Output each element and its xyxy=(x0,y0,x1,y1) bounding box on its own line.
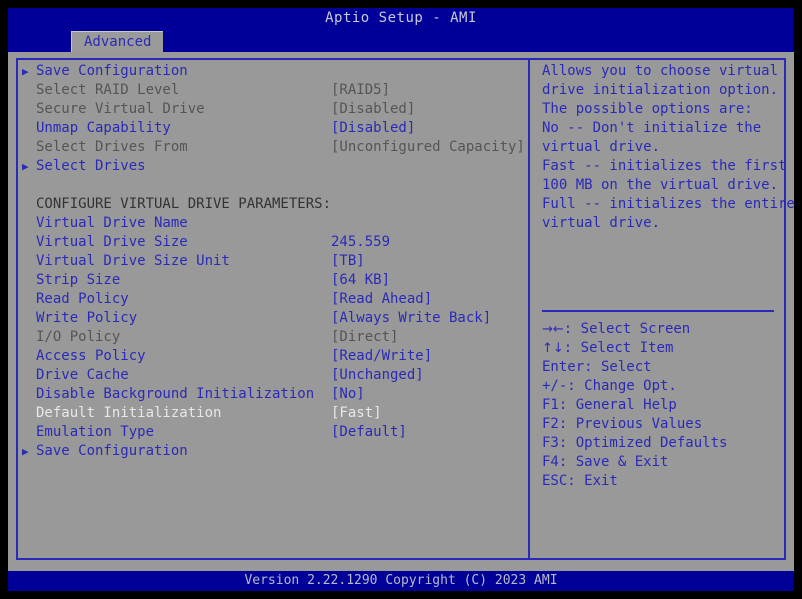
menu-row-value: [RAID5] xyxy=(331,82,391,98)
key-legend-line: F4: Save & Exit xyxy=(542,454,669,470)
key-legend-line: Enter: Select xyxy=(542,359,652,375)
menu-row[interactable]: Disable Background Initialization [No] xyxy=(22,385,522,404)
menu-row-label: Read Policy xyxy=(36,291,129,307)
menu-row[interactable]: Virtual Drive Size Unit [TB] xyxy=(22,252,522,271)
menu-row[interactable]: Emulation Type [Default] xyxy=(22,423,522,442)
version-text: Version 2.22.1290 Copyright (C) 2023 AMI xyxy=(244,573,558,588)
menu-row[interactable]: Strip Size [64 KB] xyxy=(22,271,522,290)
help-line: Fast -- initializes the first xyxy=(542,158,787,174)
menu-row[interactable]: Read Policy [Read Ahead] xyxy=(22,290,522,309)
key-legend-line: ↑↓: Select Item xyxy=(542,339,782,358)
title-bar: Aptio Setup - AMI xyxy=(8,8,794,30)
menu-row-label: Virtual Drive Size xyxy=(36,234,188,250)
body-area: ▶ Save Configuration Select RAID Level [RAI… xyxy=(8,52,795,571)
key-legend-text: : Select Screen xyxy=(563,321,691,337)
menu-row-label: Save Configuration xyxy=(36,63,188,79)
help-line: virtual drive. xyxy=(542,139,661,155)
menu-row[interactable]: Select Drives From [Unconfigured Capacity… xyxy=(22,138,525,157)
menu-row[interactable]: Secure Virtual Drive [Disabled] xyxy=(22,100,522,119)
menu-row-label: Save Configuration xyxy=(36,443,188,459)
menu-row-label: Select Drives From xyxy=(36,139,188,155)
help-line: Allows you to choose virtual xyxy=(542,63,779,79)
menu-row: CONFIGURE VIRTUAL DRIVE PARAMETERS: xyxy=(22,195,522,214)
menu-row-value[interactable]: [Fast] xyxy=(331,404,382,423)
menu-row-value: [Disabled] xyxy=(331,101,416,117)
menu-row[interactable]: Write Policy [Always Write Back] xyxy=(22,309,522,328)
arrow-keys-icon: ↑↓ xyxy=(542,341,564,356)
menu-row-value[interactable]: [Unchanged] xyxy=(331,366,424,385)
menu-row-value: [Direct] xyxy=(331,329,399,345)
menu-row-value[interactable]: [Disabled] xyxy=(331,119,415,138)
menu-row[interactable]: ▶ Save Configuration xyxy=(22,442,522,461)
menu-row-label: Write Policy xyxy=(36,310,138,326)
key-legend-line: ESC: Exit xyxy=(542,473,618,489)
key-legend-line: F2: Previous Values xyxy=(542,416,703,432)
menu-row-label: Emulation Type xyxy=(36,424,155,440)
menu-row[interactable]: ▶ Save Configuration xyxy=(22,62,522,81)
help-line: The possible options are: xyxy=(542,101,753,117)
key-legend-line: F1: General Help xyxy=(542,397,677,413)
bios-setup-screen: Aptio Setup - AMI Advanced ▶ Save Configu… xyxy=(8,8,795,591)
section-header: CONFIGURE VIRTUAL DRIVE PARAMETERS: xyxy=(36,196,332,212)
menu-row[interactable]: Virtual Drive Size 245.559 xyxy=(22,233,522,252)
menu-row-value[interactable]: 245.559 xyxy=(331,233,390,252)
menu-row[interactable]: Default Initialization [Fast] xyxy=(22,404,522,423)
help-divider xyxy=(542,310,774,312)
page-title: Aptio Setup - AMI xyxy=(325,10,477,26)
menu-row-label: Unmap Capability xyxy=(36,120,171,136)
menu-row-value: [Unconfigured Capacity] xyxy=(331,139,525,155)
help-line: drive initialization option. xyxy=(542,82,779,98)
menu-row-label: Access Policy xyxy=(36,348,146,364)
key-legend-line: F3: Optimized Defaults xyxy=(542,435,728,451)
menu-row-value[interactable]: [TB] xyxy=(331,252,365,271)
arrow-keys-icon: →← xyxy=(542,322,564,337)
menu-row-value[interactable]: [Default] xyxy=(331,423,407,442)
menu-row-label: Drive Cache xyxy=(36,367,129,383)
help-line: Full -- initializes the entire xyxy=(542,196,795,212)
settings-menu: ▶ Save Configuration Select RAID Level [RAI… xyxy=(22,62,525,556)
menu-row-label: Virtual Drive Size Unit xyxy=(36,253,230,269)
help-line: 100 MB on the virtual drive. xyxy=(542,177,779,193)
key-legend-line: →←: Select Screen xyxy=(542,320,782,339)
key-legend-line: +/-: Change Opt. xyxy=(542,378,677,394)
menu-row[interactable]: Virtual Drive Name xyxy=(22,214,522,233)
menu-row[interactable]: Drive Cache [Unchanged] xyxy=(22,366,522,385)
submenu-arrow-icon: ▶ xyxy=(22,65,29,78)
menu-row-label: Secure Virtual Drive xyxy=(36,101,205,117)
menu-row-label: Default Initialization xyxy=(36,405,222,421)
menu-row-label: Strip Size xyxy=(36,272,121,288)
menu-row[interactable]: Select RAID Level [RAID5] xyxy=(22,81,522,100)
panel-divider xyxy=(528,58,530,560)
submenu-arrow-icon: ▶ xyxy=(22,445,29,458)
menu-row[interactable]: I/O Policy [Direct] xyxy=(22,328,522,347)
help-text: Allows you to choose virtual drive initia… xyxy=(542,62,795,233)
menu-row[interactable]: ▶ Select Drives xyxy=(22,157,522,176)
tab-advanced[interactable]: Advanced xyxy=(71,31,164,52)
key-legend: →←: Select Screen ↑↓: Select Item Enter: S… xyxy=(542,320,782,491)
menu-row-value[interactable]: [No] xyxy=(331,385,365,404)
help-panel: Allows you to choose virtual drive initia… xyxy=(542,62,795,556)
menu-row[interactable]: Unmap Capability [Disabled] xyxy=(22,119,522,138)
footer-bar: Version 2.22.1290 Copyright (C) 2023 AMI xyxy=(8,571,794,591)
menu-spacer xyxy=(22,176,522,195)
submenu-arrow-icon: ▶ xyxy=(22,160,29,173)
menu-row[interactable]: Access Policy [Read/Write] xyxy=(22,347,522,366)
menu-row-label: Disable Background Initialization xyxy=(36,386,315,402)
menu-row-label: Select Drives xyxy=(36,158,146,174)
menu-row-label: I/O Policy xyxy=(36,329,121,345)
menu-row-label: Select RAID Level xyxy=(36,82,180,98)
menu-row-value[interactable]: [Read Ahead] xyxy=(331,290,432,309)
tab-strip: Advanced xyxy=(8,30,794,52)
help-line: virtual drive. xyxy=(542,215,661,231)
menu-row-value[interactable]: [64 KB] xyxy=(331,271,390,290)
menu-row-label: Virtual Drive Name xyxy=(36,215,188,231)
key-legend-text: : Select Item xyxy=(563,340,674,356)
menu-row-value[interactable]: [Read/Write] xyxy=(331,347,432,366)
menu-row-value[interactable]: [Always Write Back] xyxy=(331,309,491,328)
help-line: No -- Don't initialize the xyxy=(542,120,762,136)
